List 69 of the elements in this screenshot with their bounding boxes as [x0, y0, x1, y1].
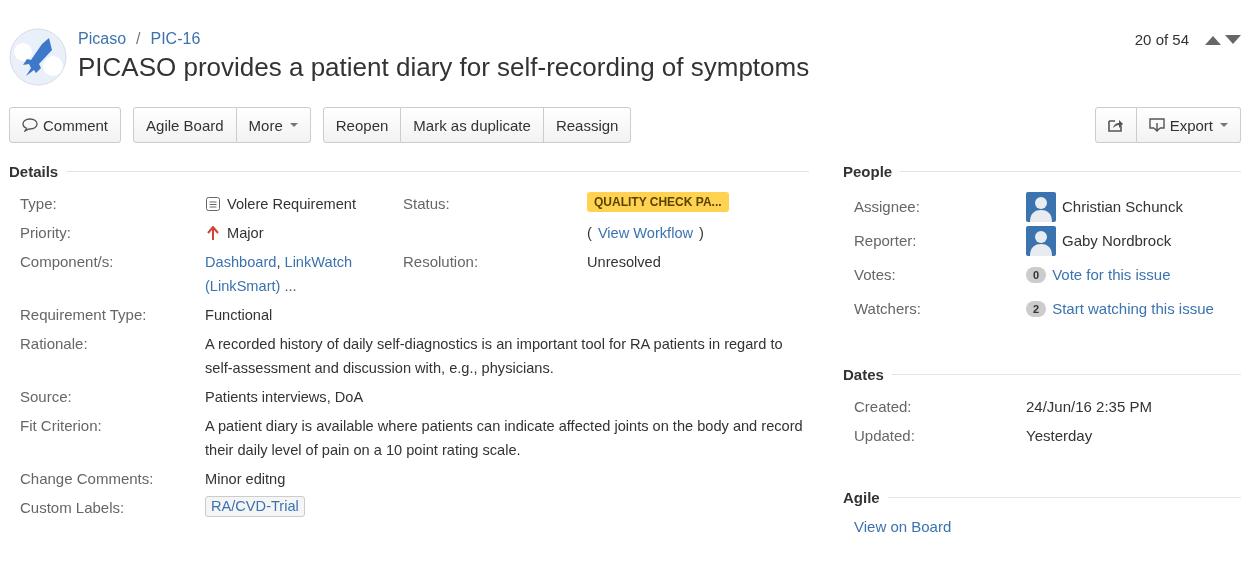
field-label: Requirement Type: — [20, 306, 147, 323]
toolbar-button[interactable]: Mark as duplicate — [401, 107, 544, 143]
field-label: Fit Criterion: — [20, 417, 102, 434]
status-lozenge: QUALITY CHECK PA... — [587, 192, 729, 212]
view-workflow-link[interactable]: View Workflow — [597, 221, 694, 245]
field-value: Yesterday — [1026, 426, 1093, 446]
share-button[interactable] — [1094, 107, 1137, 143]
field-value: 24/Jun/16 2:35 PM — [1026, 397, 1152, 417]
field-value: A recorded history of daily self-diagnostics is an important tool for RA patients in regard to self-assessment and discussion with, e.g., physicians. — [205, 335, 784, 378]
field-label: Updated: — [854, 427, 915, 444]
parenthesis-text: ) — [699, 224, 704, 243]
section-heading: Agile — [843, 489, 880, 506]
field-label: Assignee: — [854, 198, 920, 215]
field-value: Major — [227, 224, 264, 243]
caret-icon — [1220, 123, 1228, 127]
field-label: Priority: — [20, 224, 71, 241]
up-arrow-icon — [205, 226, 221, 240]
toolbar-button[interactable]: Agile Board — [133, 107, 237, 143]
breadcrumb-separator: / — [136, 30, 141, 48]
field-value: Volere Requirement — [227, 195, 356, 214]
field-label: Rationale: — [20, 335, 88, 352]
field-label: Created: — [854, 398, 912, 415]
field-value: Patients interviews, DoA — [205, 388, 364, 407]
action-link[interactable]: Vote for this issue — [1052, 263, 1171, 287]
previous-arrow-icon[interactable] — [1205, 34, 1221, 45]
field-label: Component/s: — [20, 253, 114, 270]
user-name[interactable]: Christian Schunck — [1062, 195, 1183, 219]
field-value: Minor editng — [205, 470, 286, 489]
comment-button[interactable]: Comment — [9, 107, 122, 143]
field-label: Reporter: — [854, 232, 917, 249]
section-heading: Dates — [843, 366, 884, 383]
field-value: A patient diary is available where patients can indicate affected joints on the body and record their daily level of pain on a 10 point rating scale. — [205, 417, 804, 460]
field-label: Watchers: — [854, 300, 921, 317]
issue-title: PICASO provides a patient diary for self-recording of symptoms — [78, 52, 811, 83]
field-label: Votes: — [854, 266, 896, 283]
section-heading: Details — [9, 163, 59, 180]
field-label: Source: — [20, 388, 72, 405]
section-heading: People — [843, 163, 893, 180]
export-icon — [1148, 118, 1165, 132]
project-avatar-icon — [9, 28, 67, 86]
field-label: Change Comments: — [20, 470, 154, 487]
share-icon — [1107, 118, 1124, 132]
view-on-board-link[interactable]: View on Board — [854, 518, 952, 535]
user-name[interactable]: Gaby Nordbrock — [1062, 229, 1172, 253]
field-label: Resolution: — [403, 253, 479, 270]
field-label: Type: — [20, 195, 57, 212]
field-label: Status: — [403, 195, 450, 212]
action-link[interactable]: Start watching this issue — [1052, 297, 1214, 321]
count-badge: 0 — [1026, 267, 1047, 283]
breadcrumb-link[interactable]: Picaso — [78, 30, 127, 48]
field-value: Functional — [205, 306, 273, 325]
pager-text: 20 of 54 — [1134, 31, 1189, 48]
breadcrumb-link[interactable]: PIC-16 — [150, 30, 201, 48]
parenthesis-text: ( — [587, 224, 592, 243]
component-links[interactable]: Dashboard, LinkWatch (LinkSmart) ... — [205, 250, 403, 298]
document-icon — [205, 197, 221, 211]
toolbar-button[interactable]: Reassign — [543, 107, 632, 143]
user-avatar-icon — [1026, 192, 1056, 222]
speech-bubble-icon — [22, 118, 38, 132]
user-avatar-icon — [1026, 226, 1056, 256]
next-arrow-icon[interactable] — [1225, 34, 1241, 45]
export-button[interactable]: Export — [1136, 107, 1241, 143]
field-value: Unresolved — [587, 253, 661, 272]
label-tag[interactable]: RA/CVD-Trial — [205, 496, 305, 517]
more-button[interactable]: More — [236, 107, 311, 143]
toolbar-button[interactable]: Reopen — [322, 107, 402, 143]
caret-icon — [289, 123, 298, 127]
field-label: Custom Labels: — [20, 499, 125, 516]
count-badge: 2 — [1026, 301, 1047, 317]
